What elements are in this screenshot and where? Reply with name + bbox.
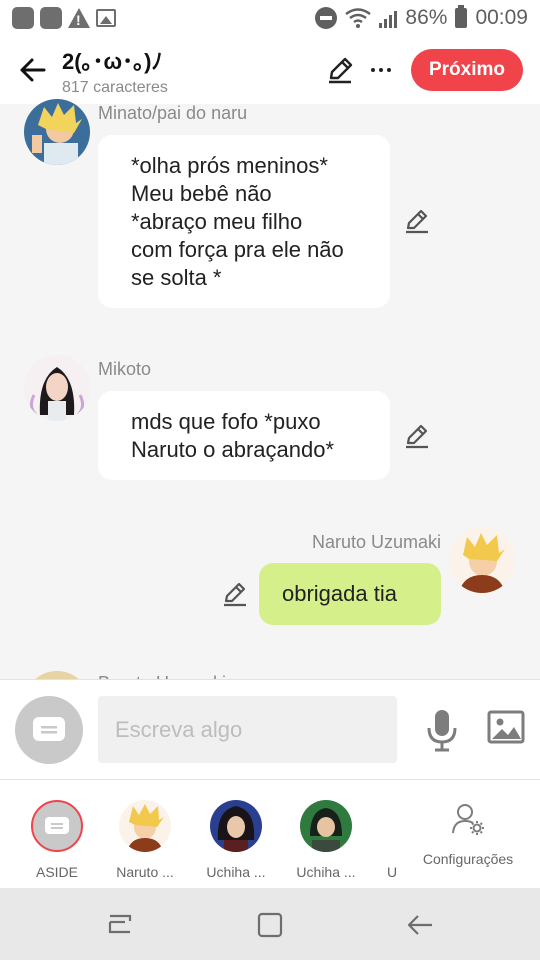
message-line: Naruto o abraçando* — [131, 437, 335, 462]
character-naruto[interactable]: Naruto ... — [105, 800, 185, 880]
sender-name: Mikoto — [98, 359, 152, 379]
message-line: se solta * — [131, 265, 222, 290]
do-not-disturb-icon — [315, 7, 338, 29]
user-settings-icon — [452, 804, 484, 835]
avatar — [210, 800, 262, 852]
edit-message-icon[interactable] — [404, 423, 430, 449]
avatar — [119, 800, 171, 852]
notification-app-icon — [40, 7, 62, 29]
speech-bubble-icon — [45, 817, 69, 834]
speech-bubble-icon — [33, 717, 65, 741]
character-label: Naruto ... — [116, 864, 174, 880]
clock: 00:09 — [475, 6, 528, 29]
character-count: 817 caracteres — [62, 79, 168, 96]
avatar[interactable] — [449, 527, 515, 593]
more-options-button[interactable] — [366, 56, 396, 84]
status-bar: 86% 00:09 — [0, 0, 540, 36]
character-selector: ASIDE Naruto ... Uchiha ... Uchiha ... U… — [0, 779, 540, 888]
battery-percent: 86% — [405, 6, 448, 29]
character-partial[interactable]: U — [376, 800, 406, 880]
back-button[interactable] — [16, 54, 48, 86]
character-label: Uchiha ... — [206, 864, 266, 880]
signal-icon — [379, 8, 398, 28]
message-line: com força pra ele não — [131, 237, 344, 262]
microphone-icon[interactable] — [424, 708, 460, 752]
sender-name: Naruto Uzumaki — [311, 532, 441, 552]
arrow-left-icon — [20, 58, 46, 82]
message-line: *olha prós meninos* — [131, 153, 328, 178]
image-icon[interactable] — [487, 710, 525, 744]
character-label: Uchiha ... — [296, 864, 356, 880]
character-uchiha-1[interactable]: Uchiha ... — [196, 800, 276, 880]
character-label: U — [387, 864, 398, 880]
warning-icon — [68, 8, 90, 28]
wifi-icon — [345, 8, 372, 28]
settings-label: Configurações — [422, 851, 514, 867]
sender-name: Minato/pai do naru — [98, 103, 248, 123]
message-line: obrigada tia — [282, 581, 397, 606]
next-button[interactable]: Próximo — [411, 49, 523, 91]
avatar — [300, 800, 352, 852]
back-nav-icon[interactable] — [405, 910, 435, 940]
page-title: 2(｡･ω･｡)ﾉ — [62, 49, 163, 74]
message-bubble[interactable]: *olha prós meninos* Meu bebê não *abraço… — [98, 135, 390, 308]
settings-button[interactable]: Configurações — [418, 802, 518, 867]
image-notification-icon — [96, 9, 116, 27]
avatar[interactable] — [24, 355, 90, 421]
composer — [0, 679, 540, 779]
home-icon[interactable] — [255, 910, 285, 940]
avatar[interactable] — [24, 99, 90, 165]
recent-apps-icon[interactable] — [105, 910, 135, 940]
edit-message-icon[interactable] — [222, 581, 248, 607]
avatar — [31, 800, 83, 852]
aside-toggle-button[interactable] — [15, 696, 83, 764]
title-block: 2(｡･ω･｡)ﾉ 817 caracteres — [62, 44, 168, 97]
character-uchiha-2[interactable]: Uchiha ... — [286, 800, 366, 880]
system-nav-bar — [0, 888, 540, 960]
message-line: Meu bebê não — [131, 181, 272, 206]
message-bubble[interactable]: mds que fofo *puxo Naruto o abraçando* — [98, 391, 390, 480]
edit-message-icon[interactable] — [404, 208, 430, 234]
message-input[interactable] — [98, 696, 397, 763]
message-line: mds que fofo *puxo — [131, 409, 321, 434]
character-aside[interactable]: ASIDE — [17, 800, 97, 880]
battery-icon — [455, 5, 468, 28]
edit-pencil-icon[interactable] — [326, 56, 354, 84]
editor-header: 2(｡･ω･｡)ﾉ 817 caracteres Próximo — [0, 36, 540, 104]
notification-app-icon — [12, 7, 34, 29]
character-label: ASIDE — [35, 864, 78, 880]
message-line: *abraço meu filho — [131, 209, 303, 234]
message-bubble[interactable]: obrigada tia — [259, 563, 441, 625]
